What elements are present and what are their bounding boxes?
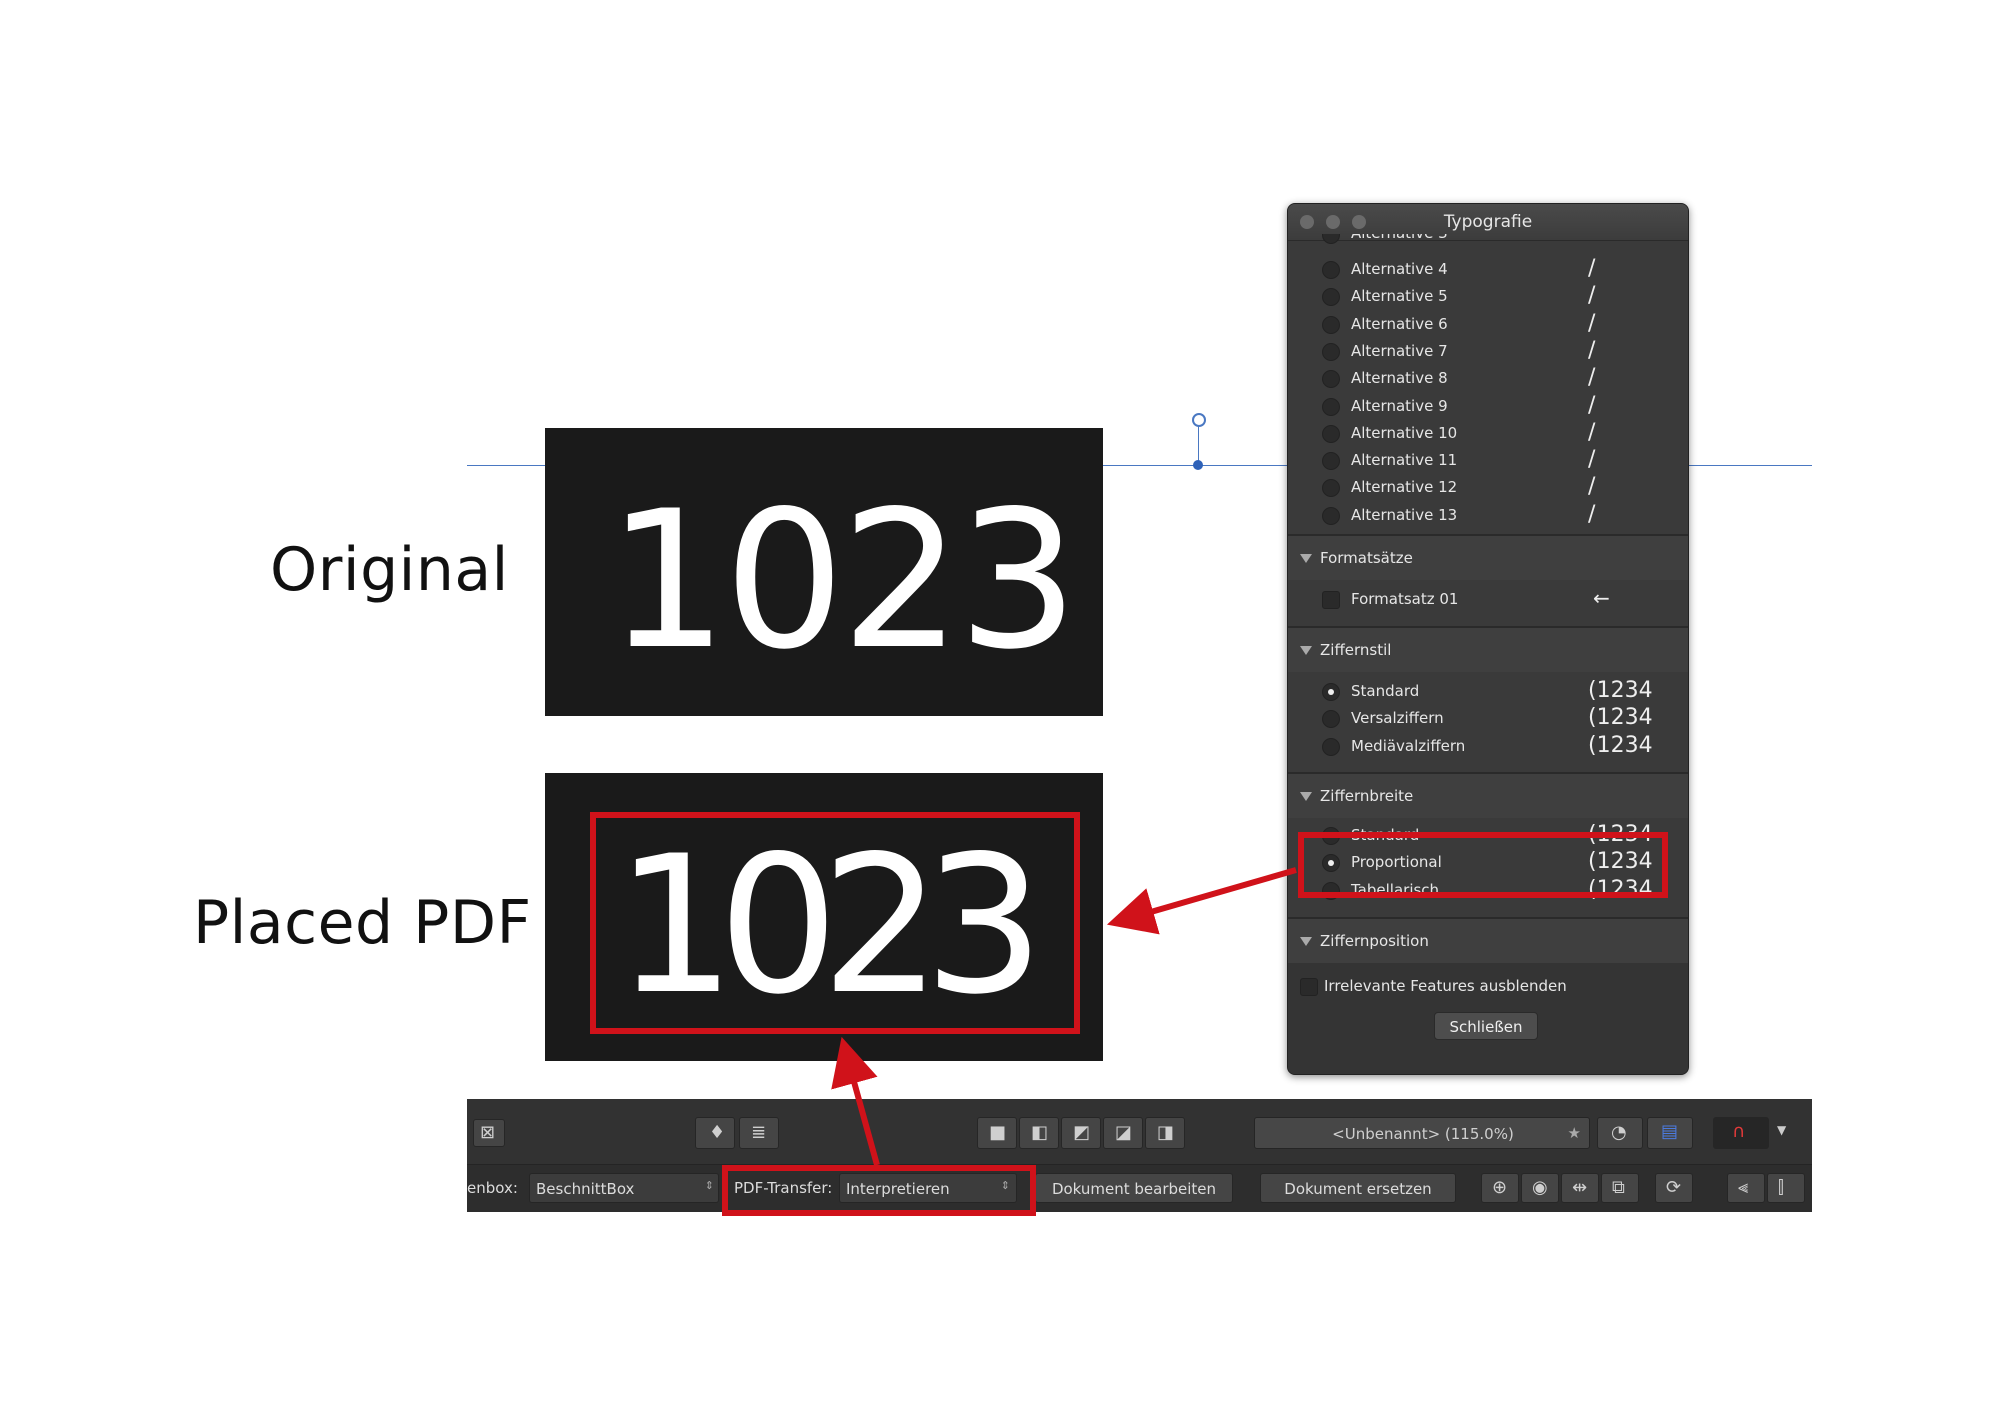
annotation-arrows [831,867,1297,1166]
arrow-transfer-to-number [831,1036,880,1166]
arrow-proportional-to-number [1106,867,1297,935]
